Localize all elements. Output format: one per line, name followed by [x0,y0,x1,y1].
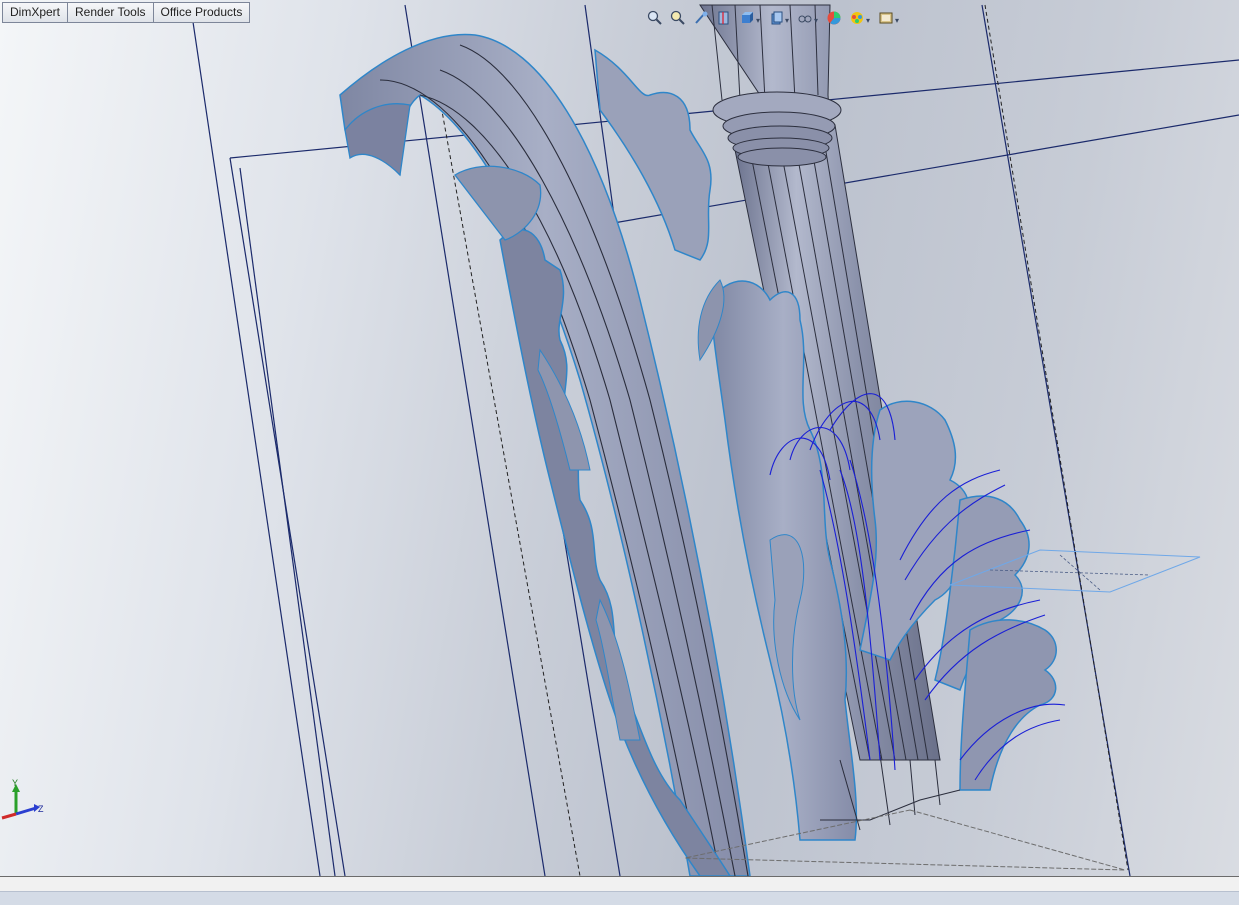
triad-y-label: Y [12,778,18,788]
model-scene[interactable] [0,0,1239,876]
graphics-area[interactable]: DimXpert Render Tools Office Products ▾ … [0,0,1239,876]
sketch-triangle[interactable] [684,809,1126,871]
tab-office-products[interactable]: Office Products [152,2,251,23]
triad-z-label: Z [38,804,44,814]
chevron-down-icon[interactable]: ▾ [814,8,821,28]
apply-scene-icon[interactable] [847,8,867,28]
chevron-down-icon[interactable]: ▾ [866,8,873,28]
column-capital-rings[interactable] [712,91,842,167]
view-settings-icon[interactable] [876,8,896,28]
edit-appearance-icon[interactable] [824,8,844,28]
chevron-down-icon[interactable]: ▾ [756,8,763,28]
tab-dimxpert[interactable]: DimXpert [2,2,69,23]
chevron-down-icon[interactable]: ▾ [895,8,902,28]
heads-up-view-toolbar: ▾ ▾ ▾ ▾ ▾ [645,8,902,28]
tab-render-tools[interactable]: Render Tools [67,2,154,23]
chevron-down-icon[interactable]: ▾ [785,8,792,28]
command-manager-tabs: DimXpert Render Tools Office Products [2,2,251,23]
view-orientation-icon[interactable] [737,8,757,28]
display-style-icon[interactable] [766,8,786,28]
previous-view-icon[interactable] [691,8,711,28]
section-view-icon[interactable] [714,8,734,28]
status-bar [0,876,1239,905]
coordinate-triad: Y Z [1,778,44,820]
hide-show-items-icon[interactable] [795,8,815,28]
zoom-to-fit-icon[interactable] [645,8,665,28]
zoom-to-area-icon[interactable] [668,8,688,28]
